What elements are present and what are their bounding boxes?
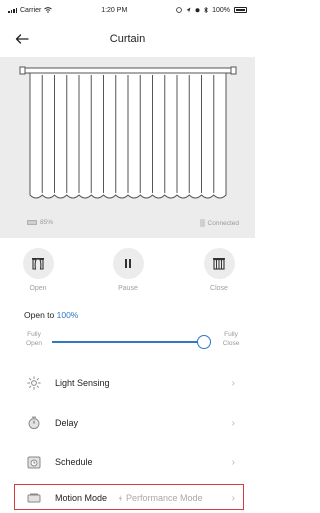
slider-left-label-line2: Open: [26, 340, 42, 347]
alarm-icon: [195, 8, 200, 13]
chevron-right-icon: ›: [231, 456, 235, 468]
status-bar: Carrier 1:20 PM 100%: [0, 0, 255, 20]
chevron-right-icon: ›: [231, 417, 235, 429]
back-button[interactable]: [12, 30, 32, 48]
timer-icon: [27, 416, 41, 430]
curtain-preview: 85% Connected: [0, 57, 255, 238]
pause-button-circle[interactable]: [112, 248, 144, 279]
battery-icon: [234, 7, 247, 13]
motion-mode-value-label: Performance Mode: [126, 493, 203, 503]
device-connection: Connected: [199, 219, 239, 227]
open-label: Open: [29, 285, 47, 292]
status-right: 100%: [176, 7, 247, 14]
pause-button[interactable]: Pause: [98, 248, 158, 292]
chevron-right-icon: ›: [231, 492, 235, 504]
menu-item-label: Light Sensing: [55, 378, 110, 388]
device-connection-status: Connected: [207, 219, 239, 227]
menu-item-label: Motion Mode: [55, 493, 108, 503]
position-slider-track[interactable]: [52, 341, 204, 343]
slider-left-label: Fully Open: [22, 330, 46, 348]
menu-item-label: Schedule: [55, 457, 93, 467]
carrier-name: Carrier: [20, 6, 42, 14]
status-time: 1:20 PM: [101, 6, 128, 14]
location-icon: [186, 7, 191, 13]
bluetooth-icon: [204, 7, 208, 13]
chevron-right-icon: ›: [231, 377, 235, 389]
device-battery-icon: [27, 220, 37, 225]
nav-bar: Curtain: [0, 22, 255, 56]
slider-right-label: Fully Close: [219, 330, 243, 348]
position-slider-thumb[interactable]: [197, 335, 211, 349]
menu-item-delay[interactable]: Delay ›: [0, 405, 255, 441]
menu-item-light-sensing[interactable]: Light Sensing ›: [0, 365, 255, 401]
page-title: Curtain: [109, 33, 146, 45]
slider-left-label-line1: Fully: [27, 331, 41, 338]
position-readout: Open to 100%: [24, 310, 78, 320]
status-left: Carrier: [8, 6, 53, 14]
signal-icon: [8, 7, 17, 13]
sun-icon: [27, 376, 41, 390]
open-button[interactable]: Open: [8, 248, 68, 292]
close-button[interactable]: Close: [189, 248, 249, 292]
lock-rotation-icon: [176, 7, 182, 13]
pause-icon: [125, 259, 131, 268]
wifi-icon: [44, 7, 53, 13]
motion-mode-icon: [27, 491, 41, 505]
curtain-illustration: [19, 66, 237, 199]
slider-right-label-line1: Fully: [224, 331, 238, 338]
battery-percent: 100%: [212, 6, 230, 14]
slider-right-label-line2: Close: [222, 340, 240, 347]
pause-label: Pause: [118, 285, 138, 292]
curtain-open-icon: [32, 258, 44, 270]
menu-item-motion-mode[interactable]: Motion Mode Performance Mode ›: [0, 480, 255, 513]
motion-mode-value: Performance Mode: [118, 493, 203, 503]
device-status-icon: [199, 219, 205, 227]
device-battery: 85%: [27, 219, 53, 226]
curtain-controls: Open Pause Close: [0, 248, 255, 304]
menu-item-schedule[interactable]: Schedule ›: [0, 444, 255, 480]
arrow-left-icon: [15, 34, 29, 44]
menu-item-label: Delay: [55, 418, 79, 428]
position-prefix: Open to: [24, 310, 55, 320]
position-slider-area: Fully Open Fully Close: [0, 328, 255, 360]
calendar-clock-icon: [27, 455, 41, 469]
lightning-icon: [118, 494, 123, 502]
curtain-close-icon: [213, 258, 225, 270]
position-value: 100%: [56, 310, 79, 320]
close-label: Close: [210, 285, 228, 292]
close-button-circle[interactable]: [203, 248, 235, 279]
device-battery-level: 85%: [40, 219, 54, 226]
open-button-circle[interactable]: [22, 248, 54, 279]
